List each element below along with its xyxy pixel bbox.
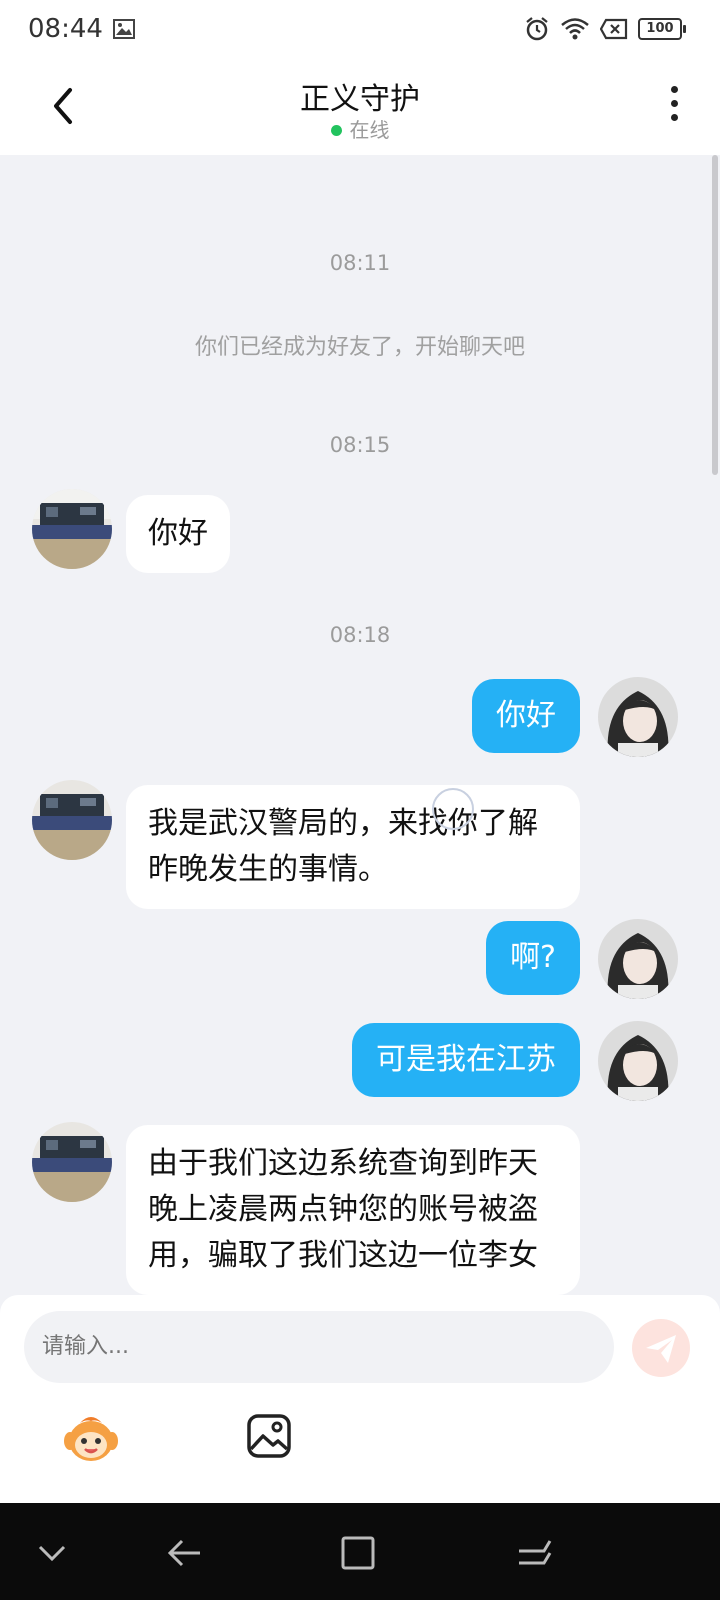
message-line: 晚上凌晨两点钟您的账号被盗 [148,1192,538,1227]
more-vertical-icon[interactable] [668,86,680,128]
message-line: 我是武汉警局的，来找你了解 [148,806,538,841]
system-message: 你们已经成为好友了，开始聊天吧 [194,335,525,360]
message-line: 用，骗取了我们这边一位李女 [148,1238,538,1273]
system-nav-bar [0,1503,720,1600]
timestamp: 08:11 [329,251,391,275]
contact-avatar[interactable] [32,780,112,860]
sent-message[interactable]: 你好 [472,679,580,753]
message-input[interactable] [24,1311,614,1383]
online-status: 在线 [0,114,720,143]
alarm-icon [526,17,548,41]
online-status-text: 在线 [349,118,390,142]
contact-name: 正义守护 [300,82,420,117]
message-line: 由于我们这边系统查询到昨天 [148,1146,538,1181]
sent-message[interactable]: 啊? [486,921,580,995]
status-time: 08:44 [28,14,103,44]
battery-icon: 100 [638,18,686,40]
status-bar: 08:44 100 [0,0,720,60]
sim-off-icon [600,18,628,40]
timestamp: 08:15 [329,433,391,457]
user-avatar[interactable] [598,919,678,999]
chat-header: 正义守护 在线 [0,60,720,155]
timestamp: 08:18 [329,623,391,647]
message-line: 昨晚发生的事情。 [148,852,388,887]
contact-avatar[interactable] [32,1122,112,1202]
user-avatar[interactable] [598,1021,678,1101]
home-nav-icon[interactable] [338,1533,378,1573]
send-button[interactable] [632,1319,690,1377]
online-dot-icon [330,125,342,136]
received-message[interactable]: 由于我们这边系统查询到昨天 晚上凌晨两点钟您的账号被盗 用，骗取了我们这边一位李… [126,1125,580,1295]
back-nav-icon[interactable] [164,1533,204,1573]
user-avatar[interactable] [598,677,678,757]
send-icon [646,1335,676,1363]
chevron-down-icon[interactable] [32,1533,72,1573]
touch-indicator [432,788,474,830]
status-icons: 100 [524,16,686,42]
recents-nav-icon[interactable] [514,1533,554,1573]
gallery-notification-icon [113,19,135,39]
message-list[interactable]: 08:11 你们已经成为好友了，开始聊天吧 08:15 你好 08:18 你好 [0,155,720,1295]
contact-avatar[interactable] [32,489,112,569]
image-icon[interactable] [246,1413,292,1459]
emoji-icon[interactable] [62,1413,120,1465]
sent-message[interactable]: 可是我在江苏 [352,1023,580,1097]
received-message[interactable]: 我是武汉警局的，来找你了解 昨晚发生的事情。 [126,785,580,909]
received-message[interactable]: 你好 [126,495,230,573]
input-panel [0,1295,720,1503]
wifi-icon [561,18,589,40]
